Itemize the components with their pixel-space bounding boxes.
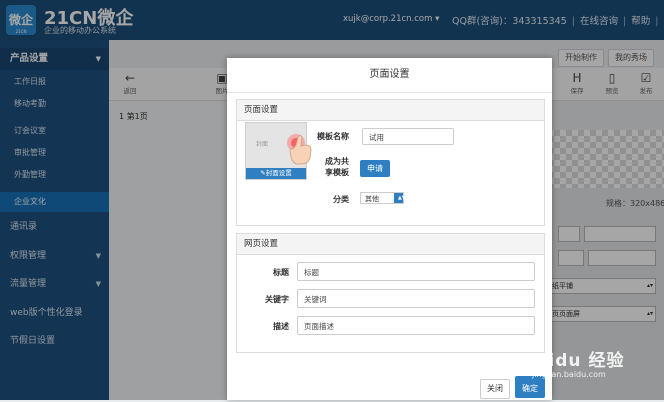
apply-button[interactable]: 申请 [360, 160, 390, 177]
description-label: 描述 [273, 322, 289, 331]
template-name-input[interactable]: 试用 [362, 128, 454, 145]
title-input[interactable]: 标题 [297, 262, 535, 281]
web-settings-panel: 网页设置 标题 标题 关键字 关键词 描述 页面描述 [236, 233, 545, 353]
close-button[interactable]: 关闭 [480, 379, 510, 399]
page-settings-panel: 页面设置 封面 ✎封面设置 模板名称 试用 成为共 享模板 申请 分类 其他 ▲… [236, 99, 545, 226]
title-label: 标题 [273, 268, 289, 277]
page-settings-heading: 页面设置 [237, 100, 544, 121]
description-input[interactable]: 页面描述 [297, 316, 535, 335]
chevron-down-icon: ▲▼ [394, 193, 406, 203]
pointer-hand-icon [287, 134, 312, 165]
category-label: 分类 [333, 195, 349, 204]
dialog-title: 页面设置 [227, 58, 552, 93]
cover-thumbnail[interactable]: 封面 ✎封面设置 [245, 122, 312, 180]
keywords-input[interactable]: 关键词 [297, 289, 535, 308]
thumb-text: 封面 [256, 141, 269, 148]
page-settings-dialog: 页面设置 页面设置 封面 ✎封面设置 模板名称 试用 成为共 享模板 申请 分类… [227, 58, 552, 400]
baidu-watermark-url: jingyan.baidu.com [532, 370, 606, 379]
category-select[interactable]: 其他 ▲▼ [360, 192, 406, 204]
web-settings-heading: 网页设置 [237, 234, 544, 255]
template-name-label: 模板名称 [317, 132, 349, 141]
ok-button[interactable]: 确定 [515, 376, 545, 398]
cover-settings-button[interactable]: ✎封面设置 [246, 168, 306, 179]
share-template-label: 成为共 享模板 [325, 157, 349, 177]
baidu-watermark: Baidu 经验 [522, 351, 625, 371]
keywords-label: 关键字 [265, 295, 289, 304]
